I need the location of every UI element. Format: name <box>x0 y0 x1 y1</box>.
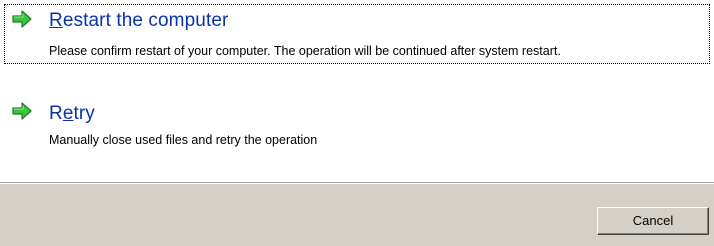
green-arrow-right-icon <box>12 102 32 120</box>
option-description: Please confirm restart of your computer.… <box>49 44 561 58</box>
mnemonic-letter: e <box>62 103 74 124</box>
option-description: Manually close used files and retry the … <box>49 133 318 147</box>
option-title: Retry <box>49 103 95 124</box>
cancel-button[interactable]: Cancel <box>597 207 709 235</box>
restart-dialog: Restart the computer Please confirm rest… <box>0 0 714 246</box>
dialog-footer: Cancel <box>0 182 714 246</box>
option-title: Restart the computer <box>49 10 229 31</box>
option-restart-computer[interactable]: Restart the computer Please confirm rest… <box>4 4 710 64</box>
green-arrow-right-icon <box>12 10 32 28</box>
options-panel: Restart the computer Please confirm rest… <box>0 0 714 182</box>
mnemonic-letter: R <box>49 10 63 31</box>
option-retry[interactable]: Retry Manually close used files and retr… <box>4 94 710 154</box>
